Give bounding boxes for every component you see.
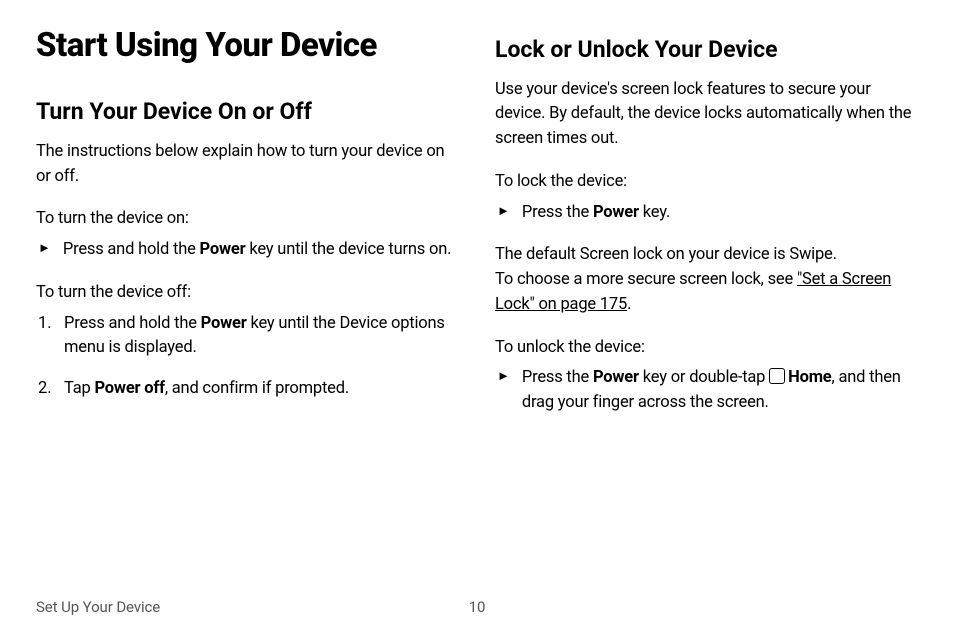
step-1-text: Press and hold the Power key until the D… — [64, 312, 459, 362]
text-fragment: key or double-tap — [639, 368, 769, 387]
lock-lead: To lock the device: — [495, 170, 918, 195]
power-key-label: Power — [593, 368, 639, 387]
text-fragment: The default Screen lock on your device i… — [495, 245, 837, 264]
lock-bullet: ► Press the Power key. — [495, 201, 918, 226]
text-fragment: , and confirm if prompted. — [165, 379, 349, 398]
text-fragment: key. — [639, 203, 670, 222]
left-column: Start Using Your Device Turn Your Device… — [36, 28, 459, 434]
text-fragment: Tap — [64, 379, 94, 398]
power-key-label: Power — [593, 203, 639, 222]
step-2-text: Tap Power off, and confirm if prompted. — [64, 377, 349, 402]
unlock-text: Press the Power key or double-tap Home, … — [522, 366, 918, 416]
turn-on-bullet: ► Press and hold the Power key until the… — [36, 238, 459, 263]
power-off-label: Power off — [94, 379, 164, 398]
step-2: 2. Tap Power off, and confirm if prompte… — [36, 377, 459, 402]
power-key-label: Power — [201, 314, 247, 333]
turn-off-lead: To turn the device off: — [36, 281, 459, 306]
footer-section-label: Set Up Your Device — [36, 598, 160, 616]
heading-lock-unlock: Lock or Unlock Your Device — [495, 36, 918, 64]
right-column: Lock or Unlock Your Device Use your devi… — [495, 28, 918, 434]
page-footer: Set Up Your Device 10 — [36, 598, 918, 616]
unlock-lead: To unlock the device: — [495, 336, 918, 361]
triangle-bullet-icon: ► — [497, 366, 510, 389]
heading-turn-on-off: Turn Your Device On or Off — [36, 98, 459, 126]
unlock-bullet: ► Press the Power key or double-tap Home… — [495, 366, 918, 416]
turn-on-text: Press and hold the Power key until the d… — [63, 238, 451, 263]
home-button-icon — [769, 368, 785, 384]
triangle-bullet-icon: ► — [497, 201, 510, 224]
text-fragment: . — [627, 295, 631, 314]
text-fragment: Press and hold the — [63, 240, 200, 259]
power-key-label: Power — [200, 240, 246, 259]
page-number: 10 — [469, 598, 486, 616]
text-fragment: Press and hold the — [64, 314, 201, 333]
step-number: 2. — [38, 377, 52, 402]
text-fragment: To choose a more secure screen lock, see — [495, 270, 797, 289]
home-key-label: Home — [788, 368, 831, 387]
text-fragment: Press the — [522, 203, 593, 222]
turn-on-lead: To turn the device on: — [36, 207, 459, 232]
triangle-bullet-icon: ► — [38, 238, 51, 261]
page-content: Start Using Your Device Turn Your Device… — [36, 28, 918, 434]
step-number: 1. — [38, 312, 52, 337]
intro-text: The instructions below explain how to tu… — [36, 140, 459, 190]
step-1: 1. Press and hold the Power key until th… — [36, 312, 459, 362]
lock-text: Press the Power key. — [522, 201, 670, 226]
page-title: Start Using Your Device — [36, 28, 459, 64]
text-fragment: Press the — [522, 368, 593, 387]
swipe-info: The default Screen lock on your device i… — [495, 243, 918, 317]
lock-intro: Use your device's screen lock features t… — [495, 78, 918, 152]
text-fragment: key until the device turns on. — [245, 240, 451, 259]
